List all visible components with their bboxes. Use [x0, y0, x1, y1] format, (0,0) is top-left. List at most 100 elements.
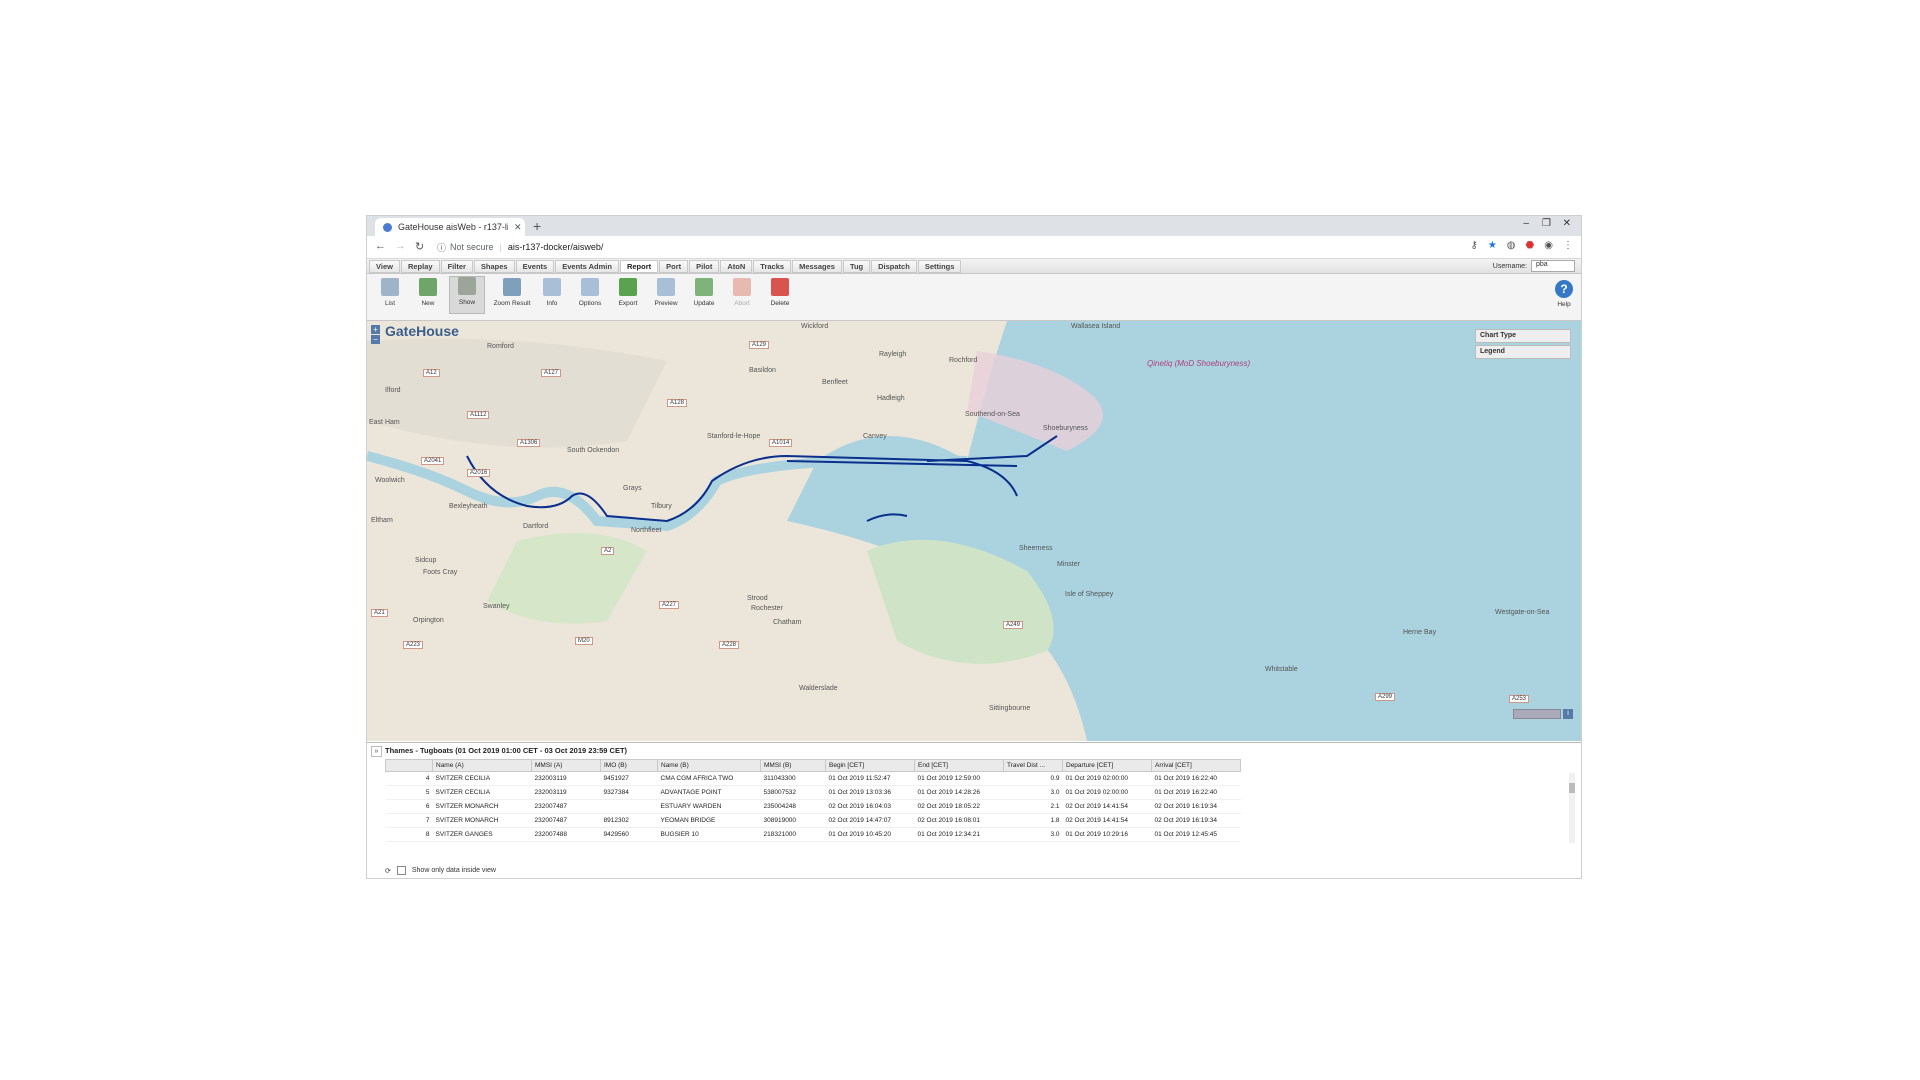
place-label: Hadleigh [877, 395, 905, 402]
zoom-out-icon[interactable]: − [371, 335, 380, 344]
table-cell: 218321000 [760, 827, 826, 842]
table-cell: 01 Oct 2019 10:45:20 [825, 827, 915, 842]
report-title: Thames - Tugboats (01 Oct 2019 01:00 CET… [385, 746, 628, 755]
place-label: Sheerness [1019, 545, 1053, 552]
reload-icon[interactable]: ↻ [415, 240, 424, 253]
column-header[interactable]: IMO (B) [600, 759, 658, 772]
adblock-icon[interactable]: ⬣ [1526, 240, 1535, 251]
menu-item-pilot[interactable]: Pilot [689, 260, 720, 273]
road-label: A2 [601, 547, 615, 555]
place-label: Minster [1057, 561, 1080, 568]
abort-button[interactable]: Abort [725, 278, 759, 307]
zoom-in-icon[interactable]: + [371, 325, 380, 334]
menu-item-port[interactable]: Port [659, 260, 689, 273]
menu-item-aton[interactable]: AtoN [720, 260, 753, 273]
restore-icon[interactable]: ❐ [1542, 218, 1551, 229]
menu-item-messages[interactable]: Messages [792, 260, 842, 273]
preview-button[interactable]: Preview [649, 278, 683, 307]
column-header[interactable]: End [CET] [914, 759, 1004, 772]
info-icon[interactable]: ⓘ [437, 241, 446, 254]
place-label: Foots Cray [423, 569, 458, 576]
column-header[interactable]: Travel Dist ... [1003, 759, 1063, 772]
table-scrollbar[interactable] [1569, 773, 1575, 843]
map-info-icon[interactable]: i [1563, 709, 1573, 719]
browser-tab[interactable]: GateHouse aisWeb - r137-linux ✕ [375, 218, 525, 236]
menu-item-filter[interactable]: Filter [440, 260, 473, 273]
column-header[interactable]: Name (B) [657, 759, 761, 772]
column-header[interactable]: MMSI (A) [531, 759, 601, 772]
map-view[interactable]: + − GateHouse Chart Type Legend Wickford… [367, 321, 1581, 741]
place-label: Orpington [413, 617, 444, 624]
new-label: New [421, 300, 435, 307]
place-label: Canvey [863, 433, 887, 440]
table-row[interactable]: 4 SVITZER CECILIA 232003119 9451927 CMA CGM … [385, 771, 1241, 786]
show-only-inside-view-checkbox[interactable] [396, 866, 406, 875]
forward-icon[interactable]: → [395, 240, 406, 252]
refresh-icon[interactable]: ⟳ [385, 867, 391, 875]
zoom-result-button[interactable]: Zoom Result [491, 278, 533, 307]
kebab-menu-icon[interactable]: ⋮ [1563, 240, 1573, 251]
update-button[interactable]: Update [687, 278, 721, 307]
report-table: Name (A) MMSI (A) IMO (B) Name (B) MMSI (B) B… [385, 759, 1241, 842]
table-row[interactable]: 5 SVITZER CECILIA 232003119 9327384 ADVANTAG… [385, 785, 1241, 800]
menu-item-events[interactable]: Events [515, 260, 555, 273]
column-header[interactable]: Arrival [CET] [1151, 759, 1241, 772]
username-select[interactable]: pba [1531, 260, 1575, 272]
menu-item-replay[interactable]: Replay [400, 260, 440, 273]
column-header[interactable]: Name (A) [432, 759, 532, 772]
options-button[interactable]: Options [573, 278, 607, 307]
table-cell: 01 Oct 2019 14:28:26 [914, 785, 1004, 800]
new-tab-icon[interactable]: + [533, 218, 541, 234]
table-row[interactable]: 8 SVITZER GANGES 232007488 9429560 BUGSIER 1… [385, 827, 1241, 842]
road-label: A1014 [769, 439, 793, 447]
profile-icon[interactable]: ◉ [1544, 240, 1553, 251]
back-icon[interactable]: ← [375, 240, 386, 252]
report-grid: Name (A) MMSI (A) IMO (B) Name (B) MMSI (B) B… [385, 759, 1571, 851]
delete-button[interactable]: Delete [763, 278, 797, 307]
list-button[interactable]: List [373, 278, 407, 307]
column-header[interactable] [385, 759, 433, 772]
info-button[interactable]: Info [535, 278, 569, 307]
omnibox[interactable]: ⓘ Not secure | ais-r137-docker/aisweb/ [437, 239, 1437, 255]
chart-type-panel[interactable]: Chart Type [1475, 329, 1571, 343]
table-cell: 02 Oct 2019 14:41:54 [1062, 813, 1152, 828]
key-icon[interactable]: ⚷ [1471, 240, 1478, 251]
map-canvas [367, 321, 1581, 741]
column-header[interactable]: MMSI (B) [760, 759, 826, 772]
menu-item-report[interactable]: Report [619, 260, 659, 273]
url-text: ais-r137-docker/aisweb/ [507, 242, 604, 252]
road-label: A129 [749, 341, 770, 349]
menu-item-tracks[interactable]: Tracks [753, 260, 792, 273]
menu-item-shapes[interactable]: Shapes [473, 260, 515, 273]
close-window-icon[interactable]: ✕ [1563, 218, 1571, 229]
menu-item-settings[interactable]: Settings [917, 260, 962, 273]
table-cell: 01 Oct 2019 16:22:40 [1151, 785, 1241, 800]
show-icon [458, 277, 476, 295]
column-header[interactable]: Departure [CET] [1062, 759, 1152, 772]
help-button[interactable]: ? Help [1555, 280, 1573, 308]
column-header[interactable]: Begin [CET] [825, 759, 915, 772]
menu-item-events-admin[interactable]: Events Admin [555, 260, 619, 273]
place-label: Stanford-le-Hope [707, 433, 761, 440]
collapse-panel-icon[interactable]: » [371, 746, 382, 757]
legend-panel[interactable]: Legend [1475, 345, 1571, 359]
menu-item-tug[interactable]: Tug [842, 260, 871, 273]
show-label: Show [458, 299, 476, 306]
extension-icon[interactable]: ◍ [1507, 240, 1516, 251]
show-button[interactable]: Show [449, 276, 485, 314]
table-row[interactable]: 6 SVITZER MONARCH 232007487 ESTUARY WARDEN 2… [385, 799, 1241, 814]
road-label: A227 [659, 601, 680, 609]
table-cell: 01 Oct 2019 02:00:00 [1062, 771, 1152, 786]
menu-item-dispatch[interactable]: Dispatch [871, 260, 917, 273]
close-tab-icon[interactable]: ✕ [514, 222, 522, 233]
place-label: Westgate-on-Sea [1495, 609, 1550, 616]
menu-item-view[interactable]: View [369, 260, 400, 273]
scrollbar-thumb[interactable] [1569, 783, 1575, 793]
road-label: A223 [403, 641, 424, 649]
new-button[interactable]: New [411, 278, 445, 307]
road-label: A299 [1375, 693, 1396, 701]
minimize-icon[interactable]: – [1523, 218, 1529, 229]
table-row[interactable]: 7 SVITZER MONARCH 232007487 8912302 YEOMAN B… [385, 813, 1241, 828]
star-icon[interactable]: ★ [1488, 240, 1497, 251]
export-button[interactable]: Export [611, 278, 645, 307]
